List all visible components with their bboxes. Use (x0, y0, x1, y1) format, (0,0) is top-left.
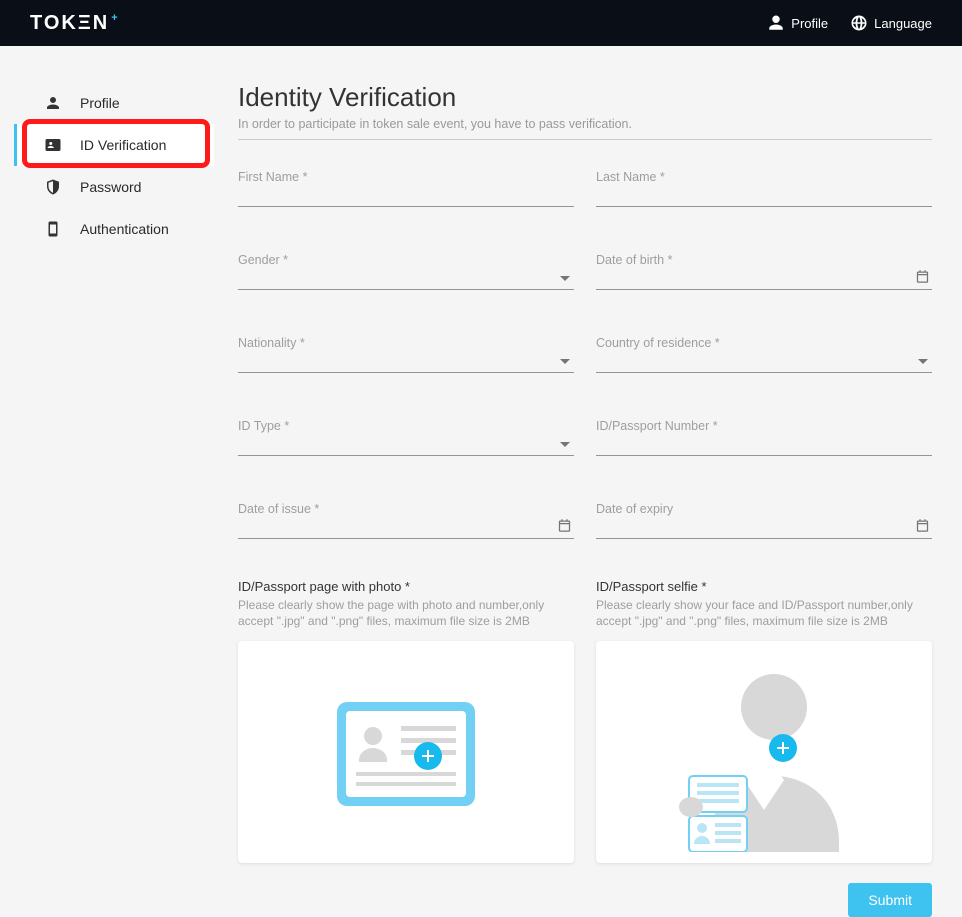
sidebar-label: Profile (80, 95, 120, 111)
header-right: Profile Language (767, 14, 932, 32)
phone-lock-icon (44, 220, 62, 238)
logo-text-e: Ξ (78, 12, 93, 35)
chevron-down-icon (560, 442, 570, 447)
profile-link[interactable]: Profile (767, 14, 828, 32)
profile-label: Profile (791, 16, 828, 31)
language-link[interactable]: Language (850, 14, 932, 32)
gender-input[interactable] (238, 267, 574, 290)
profile-icon (767, 14, 785, 32)
main-content: Identity Verification In order to partic… (238, 82, 932, 917)
nationality-input[interactable] (238, 350, 574, 373)
sidebar-item-password[interactable]: Password (14, 166, 214, 208)
calendar-icon (557, 518, 572, 533)
page-title: Identity Verification (238, 82, 932, 113)
nationality-field[interactable]: Nationality * (238, 336, 574, 373)
logo-text-1: TOK (30, 12, 78, 35)
dob-input[interactable] (596, 267, 932, 290)
form-grid: First Name * Last Name * Gender * Date o… (238, 170, 932, 539)
page-subtitle: In order to participate in token sale ev… (238, 117, 932, 131)
chevron-down-icon (918, 359, 928, 364)
submit-button[interactable]: Submit (848, 883, 932, 917)
selfie-illustration (669, 652, 859, 852)
upload-section: ID/Passport page with photo * Please cle… (238, 579, 932, 863)
logo[interactable]: TOKΞN+ (30, 12, 120, 35)
upload-selfie-block: ID/Passport selfie * Please clearly show… (596, 579, 932, 863)
date-issue-label: Date of issue * (238, 502, 574, 516)
upload-photo-box[interactable] (238, 641, 574, 863)
calendar-icon (915, 518, 930, 533)
id-number-field[interactable]: ID/Passport Number * (596, 419, 932, 456)
gender-label: Gender * (238, 253, 574, 267)
sidebar-label: Authentication (80, 221, 169, 237)
upload-photo-hint: Please clearly show the page with photo … (238, 597, 574, 629)
residence-label: Country of residence * (596, 336, 932, 350)
person-icon (44, 94, 62, 112)
submit-row: Submit (238, 883, 932, 917)
last-name-input[interactable] (596, 184, 932, 207)
first-name-field[interactable]: First Name * (238, 170, 574, 207)
chevron-down-icon (560, 276, 570, 281)
sidebar: Profile ID Verification Password Authent… (14, 82, 214, 917)
upload-selfie-hint: Please clearly show your face and ID/Pas… (596, 597, 932, 629)
divider (238, 139, 932, 140)
sidebar-item-id-verification[interactable]: ID Verification (14, 124, 214, 166)
calendar-icon (915, 269, 930, 284)
id-number-label: ID/Passport Number * (596, 419, 932, 433)
id-type-input[interactable] (238, 433, 574, 456)
dob-field[interactable]: Date of birth * (596, 253, 932, 290)
dob-label: Date of birth * (596, 253, 932, 267)
nationality-label: Nationality * (238, 336, 574, 350)
id-card-illustration (331, 692, 481, 812)
upload-selfie-box[interactable] (596, 641, 932, 863)
id-type-field[interactable]: ID Type * (238, 419, 574, 456)
upload-selfie-title: ID/Passport selfie * (596, 579, 932, 594)
date-issue-input[interactable] (238, 516, 574, 539)
first-name-input[interactable] (238, 184, 574, 207)
sidebar-label: ID Verification (80, 137, 166, 153)
app-header: TOKΞN+ Profile Language (0, 0, 962, 46)
sidebar-item-authentication[interactable]: Authentication (14, 208, 214, 250)
logo-plus: + (111, 12, 119, 24)
sidebar-label: Password (80, 179, 141, 195)
id-number-input[interactable] (596, 433, 932, 456)
sidebar-item-profile[interactable]: Profile (14, 82, 214, 124)
id-card-icon (44, 136, 62, 154)
shield-icon (44, 178, 62, 196)
residence-field[interactable]: Country of residence * (596, 336, 932, 373)
date-issue-field[interactable]: Date of issue * (238, 502, 574, 539)
id-type-label: ID Type * (238, 419, 574, 433)
upload-photo-block: ID/Passport page with photo * Please cle… (238, 579, 574, 863)
date-expiry-field[interactable]: Date of expiry (596, 502, 932, 539)
globe-icon (850, 14, 868, 32)
language-label: Language (874, 16, 932, 31)
date-expiry-label: Date of expiry (596, 502, 932, 516)
logo-text-n: N (93, 12, 109, 35)
residence-input[interactable] (596, 350, 932, 373)
gender-field[interactable]: Gender * (238, 253, 574, 290)
last-name-field[interactable]: Last Name * (596, 170, 932, 207)
chevron-down-icon (560, 359, 570, 364)
upload-photo-title: ID/Passport page with photo * (238, 579, 574, 594)
last-name-label: Last Name * (596, 170, 932, 184)
date-expiry-input[interactable] (596, 516, 932, 539)
first-name-label: First Name * (238, 170, 574, 184)
